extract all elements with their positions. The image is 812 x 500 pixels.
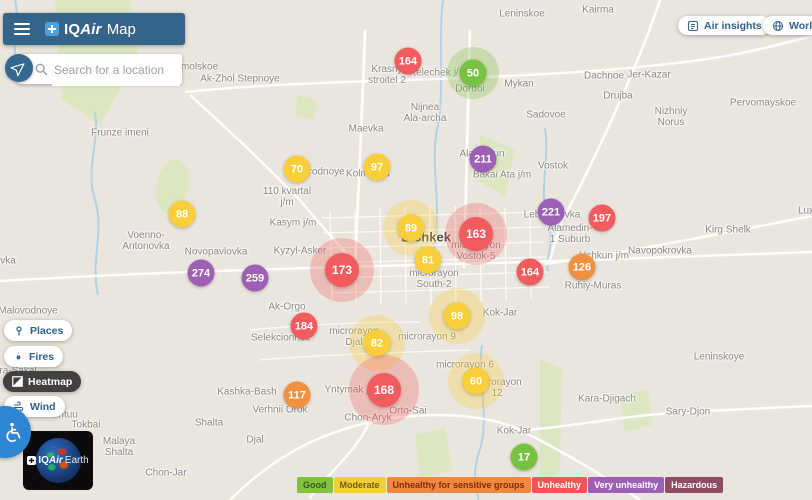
- aqi-marker[interactable]: 89: [398, 215, 425, 242]
- send-icon: [9, 58, 29, 78]
- aqi-marker[interactable]: 50: [460, 60, 487, 87]
- aqi-marker[interactable]: 274: [188, 260, 215, 287]
- legend-chip: Hazardous: [665, 477, 723, 493]
- legend-chip: Very unhealthy: [588, 477, 664, 493]
- heatmap-button[interactable]: Heatmap: [3, 371, 81, 392]
- iqair-earth-widget[interactable]: IQAir Earth: [23, 431, 93, 490]
- aqi-marker[interactable]: 88: [169, 201, 196, 228]
- fires-label: Fires: [29, 351, 54, 363]
- wind-label: Wind: [30, 401, 56, 413]
- aqi-marker[interactable]: 82: [364, 330, 391, 357]
- search-icon: [35, 63, 48, 76]
- air-insights-label: Air insights: [704, 20, 762, 32]
- legend-chip: Moderate: [334, 477, 386, 493]
- heatmap-label: Heatmap: [28, 376, 72, 388]
- places-button[interactable]: Places: [4, 320, 72, 341]
- aqi-marker[interactable]: 259: [242, 265, 269, 292]
- aqi-marker[interactable]: 163: [459, 217, 493, 251]
- legend-chip: Unhealthy: [532, 477, 588, 493]
- aqi-marker[interactable]: 117: [284, 382, 311, 409]
- map-pin-icon: [13, 325, 25, 337]
- aqi-marker[interactable]: 97: [364, 154, 391, 181]
- aqi-marker[interactable]: 81: [415, 247, 442, 274]
- aqi-marker[interactable]: 164: [395, 48, 422, 75]
- aqi-marker[interactable]: 173: [325, 253, 359, 287]
- aqi-legend: GoodModerateUnhealthy for sensitive grou…: [297, 477, 723, 493]
- aqi-marker[interactable]: 126: [569, 254, 596, 281]
- locate-me-button[interactable]: [5, 54, 33, 82]
- search-bar: [18, 54, 182, 84]
- air-insights-button[interactable]: Air insights: [678, 16, 771, 35]
- earth-widget-label: IQAir Earth: [23, 455, 93, 466]
- aqi-marker[interactable]: 60: [463, 368, 490, 395]
- menu-icon[interactable]: [14, 20, 30, 38]
- logo-product: Map: [107, 21, 136, 38]
- aqi-marker[interactable]: 168: [367, 373, 401, 407]
- logo-brand: IQAir: [64, 21, 102, 38]
- world-aqi-button[interactable]: World a: [763, 16, 812, 35]
- aqi-marker[interactable]: 98: [444, 303, 471, 330]
- search-input[interactable]: [52, 54, 180, 86]
- world-aqi-label: World a: [789, 20, 812, 32]
- heatmap-icon: [12, 376, 23, 387]
- aqi-marker[interactable]: 184: [291, 313, 318, 340]
- legend-chip: Good: [297, 477, 333, 493]
- places-label: Places: [30, 325, 63, 337]
- aqi-marker[interactable]: 17: [511, 444, 538, 471]
- aqi-marker[interactable]: 221: [538, 199, 565, 226]
- wheelchair-icon: [2, 421, 24, 443]
- fires-button[interactable]: Fires: [4, 346, 63, 367]
- globe-icon: [772, 20, 784, 32]
- iqair-logo: IQAir Map: [45, 21, 136, 38]
- aqi-marker[interactable]: 70: [284, 156, 311, 183]
- insights-list-icon: [687, 20, 699, 32]
- app-header: IQAir Map: [3, 13, 185, 45]
- flame-icon: [13, 351, 24, 363]
- iqair-plus-icon: [27, 456, 36, 465]
- aqi-marker[interactable]: 211: [470, 146, 497, 173]
- aqi-marker[interactable]: 197: [589, 205, 616, 232]
- iqair-plus-icon: [45, 22, 59, 36]
- iqair-map-app: KomsomolskoeAk-Zhol StepnoyeLeninskoeKai…: [0, 0, 812, 500]
- legend-chip: Unhealthy for sensitive groups: [387, 477, 531, 493]
- aqi-marker[interactable]: 164: [517, 259, 544, 286]
